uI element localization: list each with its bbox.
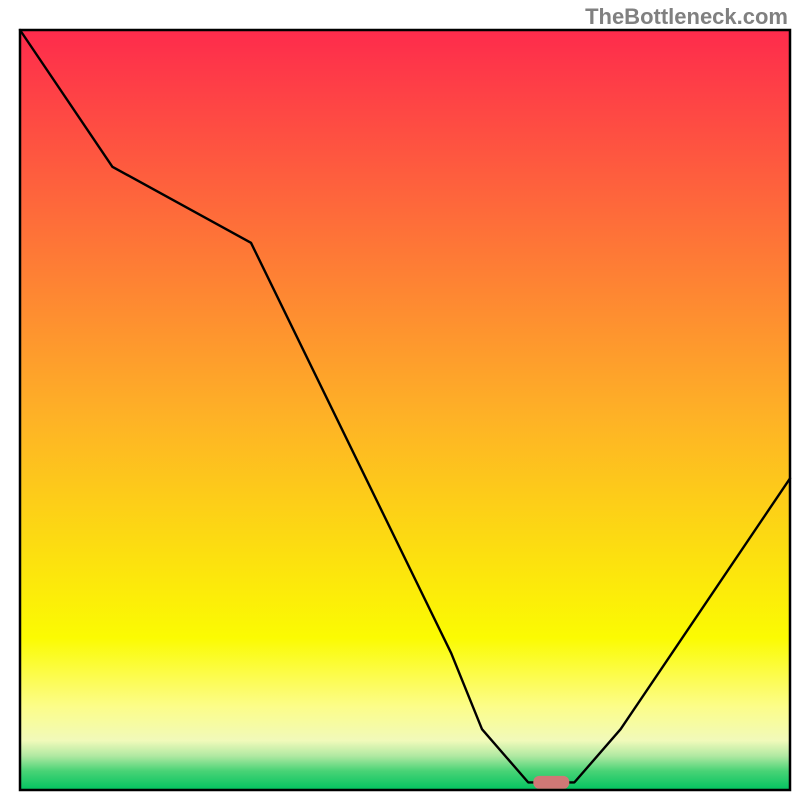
- gradient-background: [20, 30, 790, 790]
- watermark-text: TheBottleneck.com: [585, 4, 788, 30]
- bottleneck-chart: [0, 0, 800, 800]
- optimal-marker: [533, 776, 569, 789]
- chart-container: TheBottleneck.com: [0, 0, 800, 800]
